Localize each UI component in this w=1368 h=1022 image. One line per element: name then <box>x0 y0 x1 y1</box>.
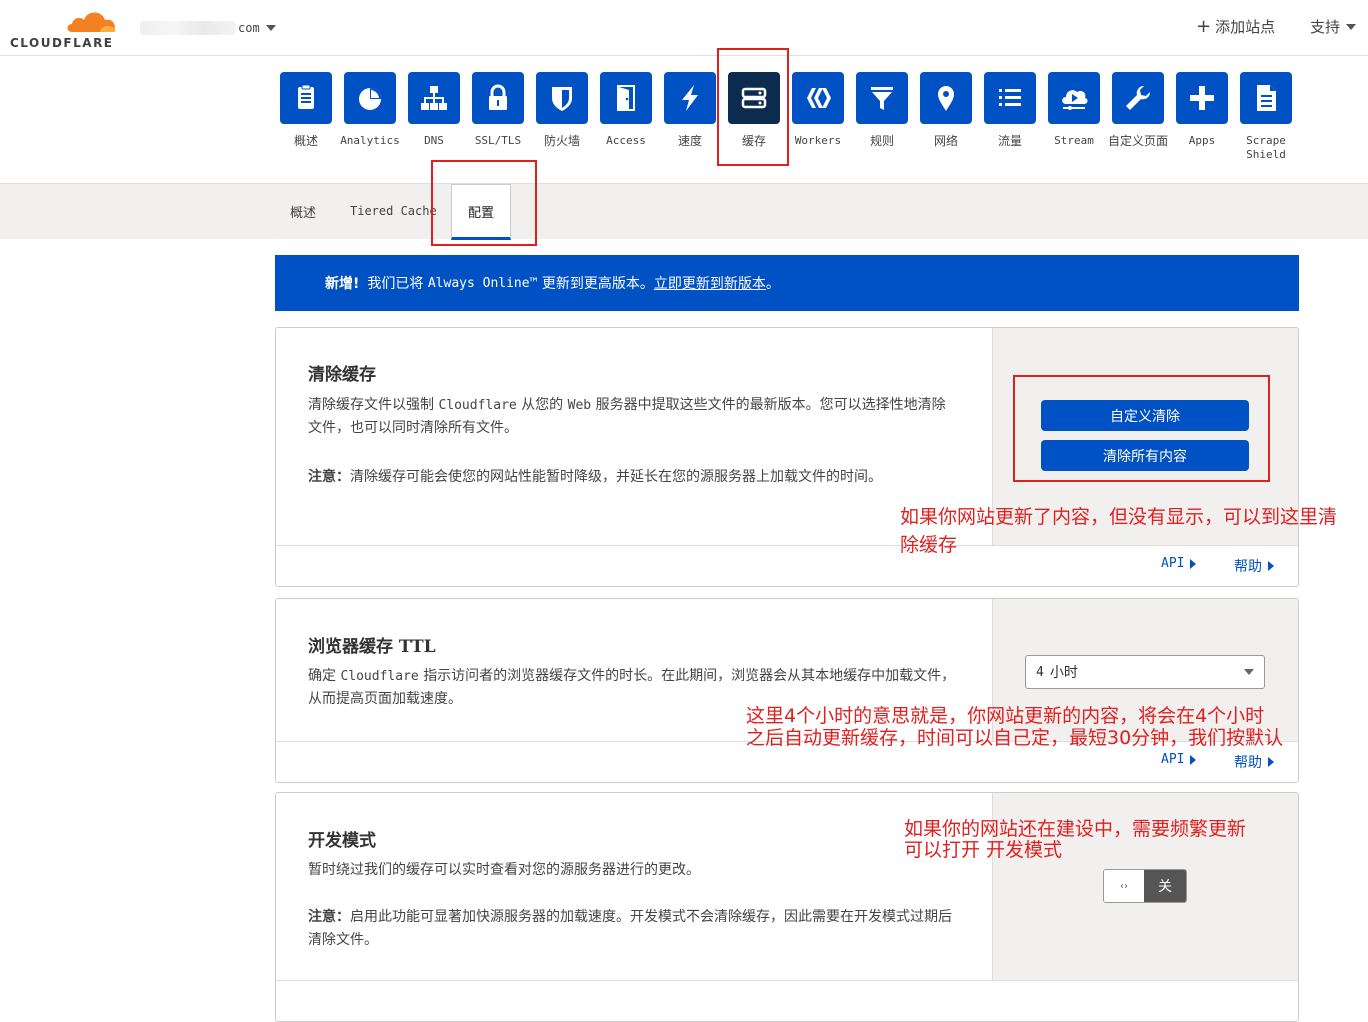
lock-icon <box>472 72 524 124</box>
app-label: 自定义页面 <box>1107 134 1168 148</box>
toggle-state: 关 <box>1144 870 1186 902</box>
app-label: 流量 <box>997 134 1022 148</box>
plus-icon <box>1176 72 1228 124</box>
purge-cache-title: 清除缓存 <box>308 365 376 385</box>
app-scrape-shield[interactable]: Scrape Shield <box>1234 72 1298 172</box>
list-icon <box>984 72 1036 124</box>
app-label: 网络 <box>933 134 958 148</box>
banner-update-link[interactable]: 立即更新到新版本 <box>654 273 766 293</box>
tab-tiered-cache[interactable]: Tiered Cache <box>350 204 437 218</box>
cloud-logo-icon <box>67 12 116 32</box>
app-label: Stream <box>1054 134 1094 147</box>
highlight-box-caching <box>717 48 789 166</box>
app-stream[interactable]: Stream <box>1042 72 1106 172</box>
add-site-label: 添加站点 <box>1215 18 1276 36</box>
app-ssl-tls[interactable]: SSL/TLS <box>466 72 530 172</box>
dev-mode-note: 注意：启用此功能可显著加快源服务器的加载速度。开发模式不会清除缓存，因此需要在开… <box>308 909 952 948</box>
domain-suffix: com <box>238 21 260 35</box>
app-rules[interactable]: 规则 <box>850 72 914 172</box>
app-label: 概述 <box>293 134 318 148</box>
app-overview[interactable]: 概述 <box>274 72 338 172</box>
support-menu[interactable]: 支持 <box>1310 16 1357 37</box>
location-pin-icon <box>920 72 972 124</box>
help-link[interactable]: 帮助 <box>1234 752 1274 772</box>
browser-ttl-title: 浏览器缓存 TTL <box>308 637 436 657</box>
chevron-down-icon <box>265 25 276 31</box>
browser-ttl-select[interactable]: 4 小时 <box>1025 655 1265 689</box>
app-analytics[interactable]: Analytics <box>338 72 402 172</box>
plus-icon: + <box>1196 15 1212 37</box>
chevron-down-icon <box>1244 669 1254 675</box>
highlight-box-purge <box>1013 375 1270 482</box>
purge-cache-note: 注意：清除缓存可能会使您的网站性能暂时降级，并延长在您的源服务器上加载文件的时间… <box>308 469 882 485</box>
app-label: 规则 <box>869 134 894 148</box>
filter-icon <box>856 72 908 124</box>
app-label: Workers <box>794 134 842 147</box>
cloud-play-icon <box>1048 72 1100 124</box>
logo-wordmark: CLOUDFLARE <box>10 36 114 50</box>
caret-right-icon <box>1268 757 1274 767</box>
door-icon <box>600 72 652 124</box>
annotation-dev-2: 可以打开 开发模式 <box>904 839 1063 861</box>
caret-right-icon <box>1190 754 1197 765</box>
annotation-ttl-1: 这里4个小时的意思就是，你网站更新的内容，将会在4个小时 <box>746 705 1265 727</box>
app-label: 速度 <box>677 134 702 148</box>
app-workers[interactable]: Workers <box>786 72 850 172</box>
banner-text-1: 我们已将 <box>367 276 424 292</box>
support-label: 支持 <box>1310 18 1341 36</box>
shield-icon <box>536 72 588 124</box>
caret-right-icon <box>1268 561 1274 571</box>
document-icon <box>1240 72 1292 124</box>
wrench-icon <box>1112 72 1164 124</box>
card-footer <box>276 980 1298 1021</box>
app-label: Analytics <box>340 134 400 147</box>
domain-selector[interactable]: com <box>140 18 276 38</box>
toggle-handle-icon: ‹› <box>1104 870 1144 902</box>
app-custom-pages[interactable]: 自定义页面 <box>1106 72 1170 172</box>
ttl-unit: 小时 <box>1049 665 1078 681</box>
dev-mode-description: 暂时绕过我们的缓存可以实时查看对您的源服务器进行的更改。 <box>308 862 700 878</box>
app-access[interactable]: Access <box>594 72 658 172</box>
app-network[interactable]: 网络 <box>914 72 978 172</box>
tab-overview[interactable]: 概述 <box>290 202 316 221</box>
add-site-button[interactable]: + 添加站点 <box>1196 16 1275 37</box>
app-label: Access <box>606 134 646 147</box>
app-label: SSL/TLS <box>474 134 522 147</box>
clipboard-icon <box>280 72 332 124</box>
ttl-value: 4 <box>1036 664 1044 680</box>
app-traffic[interactable]: 流量 <box>978 72 1042 172</box>
api-link[interactable]: API <box>1161 752 1197 767</box>
banner-end: 。 <box>765 276 780 292</box>
app-apps[interactable]: Apps <box>1170 72 1234 172</box>
dev-mode-toggle[interactable]: ‹› 关 <box>1103 869 1187 903</box>
lightning-icon <box>664 72 716 124</box>
network-icon <box>408 72 460 124</box>
purge-cache-description: 清除缓存文件以强制 Cloudflare 从您的 Web 服务器中提取这些文件的… <box>308 397 946 436</box>
app-label: Scrape Shield <box>1246 134 1286 161</box>
banner-product: Always Online™ <box>427 275 538 291</box>
workers-icon <box>792 72 844 124</box>
app-dns[interactable]: DNS <box>402 72 466 172</box>
app-firewall[interactable]: 防火墙 <box>530 72 594 172</box>
caret-right-icon <box>1190 558 1197 569</box>
banner-new-label: 新增! <box>325 276 360 292</box>
domain-blurred <box>140 21 236 35</box>
dev-mode-title: 开发模式 <box>308 831 376 851</box>
highlight-box-config <box>431 160 537 246</box>
help-link[interactable]: 帮助 <box>1234 556 1274 576</box>
pie-chart-icon <box>344 72 396 124</box>
app-label: 防火墙 <box>543 134 580 148</box>
banner-text-2: 更新到更高版本。 <box>541 276 654 292</box>
always-online-banner: 新增! 我们已将 Always Online™ 更新到更高版本。 立即更新到新版本… <box>275 255 1299 311</box>
browser-cache-ttl-card: 浏览器缓存 TTL 确定 Cloudflare 指示访问者的浏览器缓存文件的时长… <box>275 598 1299 783</box>
app-label: Apps <box>1188 134 1216 147</box>
top-bar: CLOUDFLARE com + 添加站点 支持 <box>0 0 1368 56</box>
sub-nav: 概述 Tiered Cache 配置 <box>0 183 1368 240</box>
app-label: DNS <box>424 134 444 147</box>
app-speed[interactable]: 速度 <box>658 72 722 172</box>
annotation-ttl-2: 之后自动更新缓存，时间可以自己定，最短30分钟，我们按默认 <box>746 727 1284 749</box>
annotation-purge: 如果你网站更新了内容，但没有显示，可以到这里清除缓存 <box>900 506 1338 556</box>
cloudflare-logo[interactable]: CLOUDFLARE <box>10 6 120 50</box>
chevron-down-icon <box>1346 23 1357 30</box>
